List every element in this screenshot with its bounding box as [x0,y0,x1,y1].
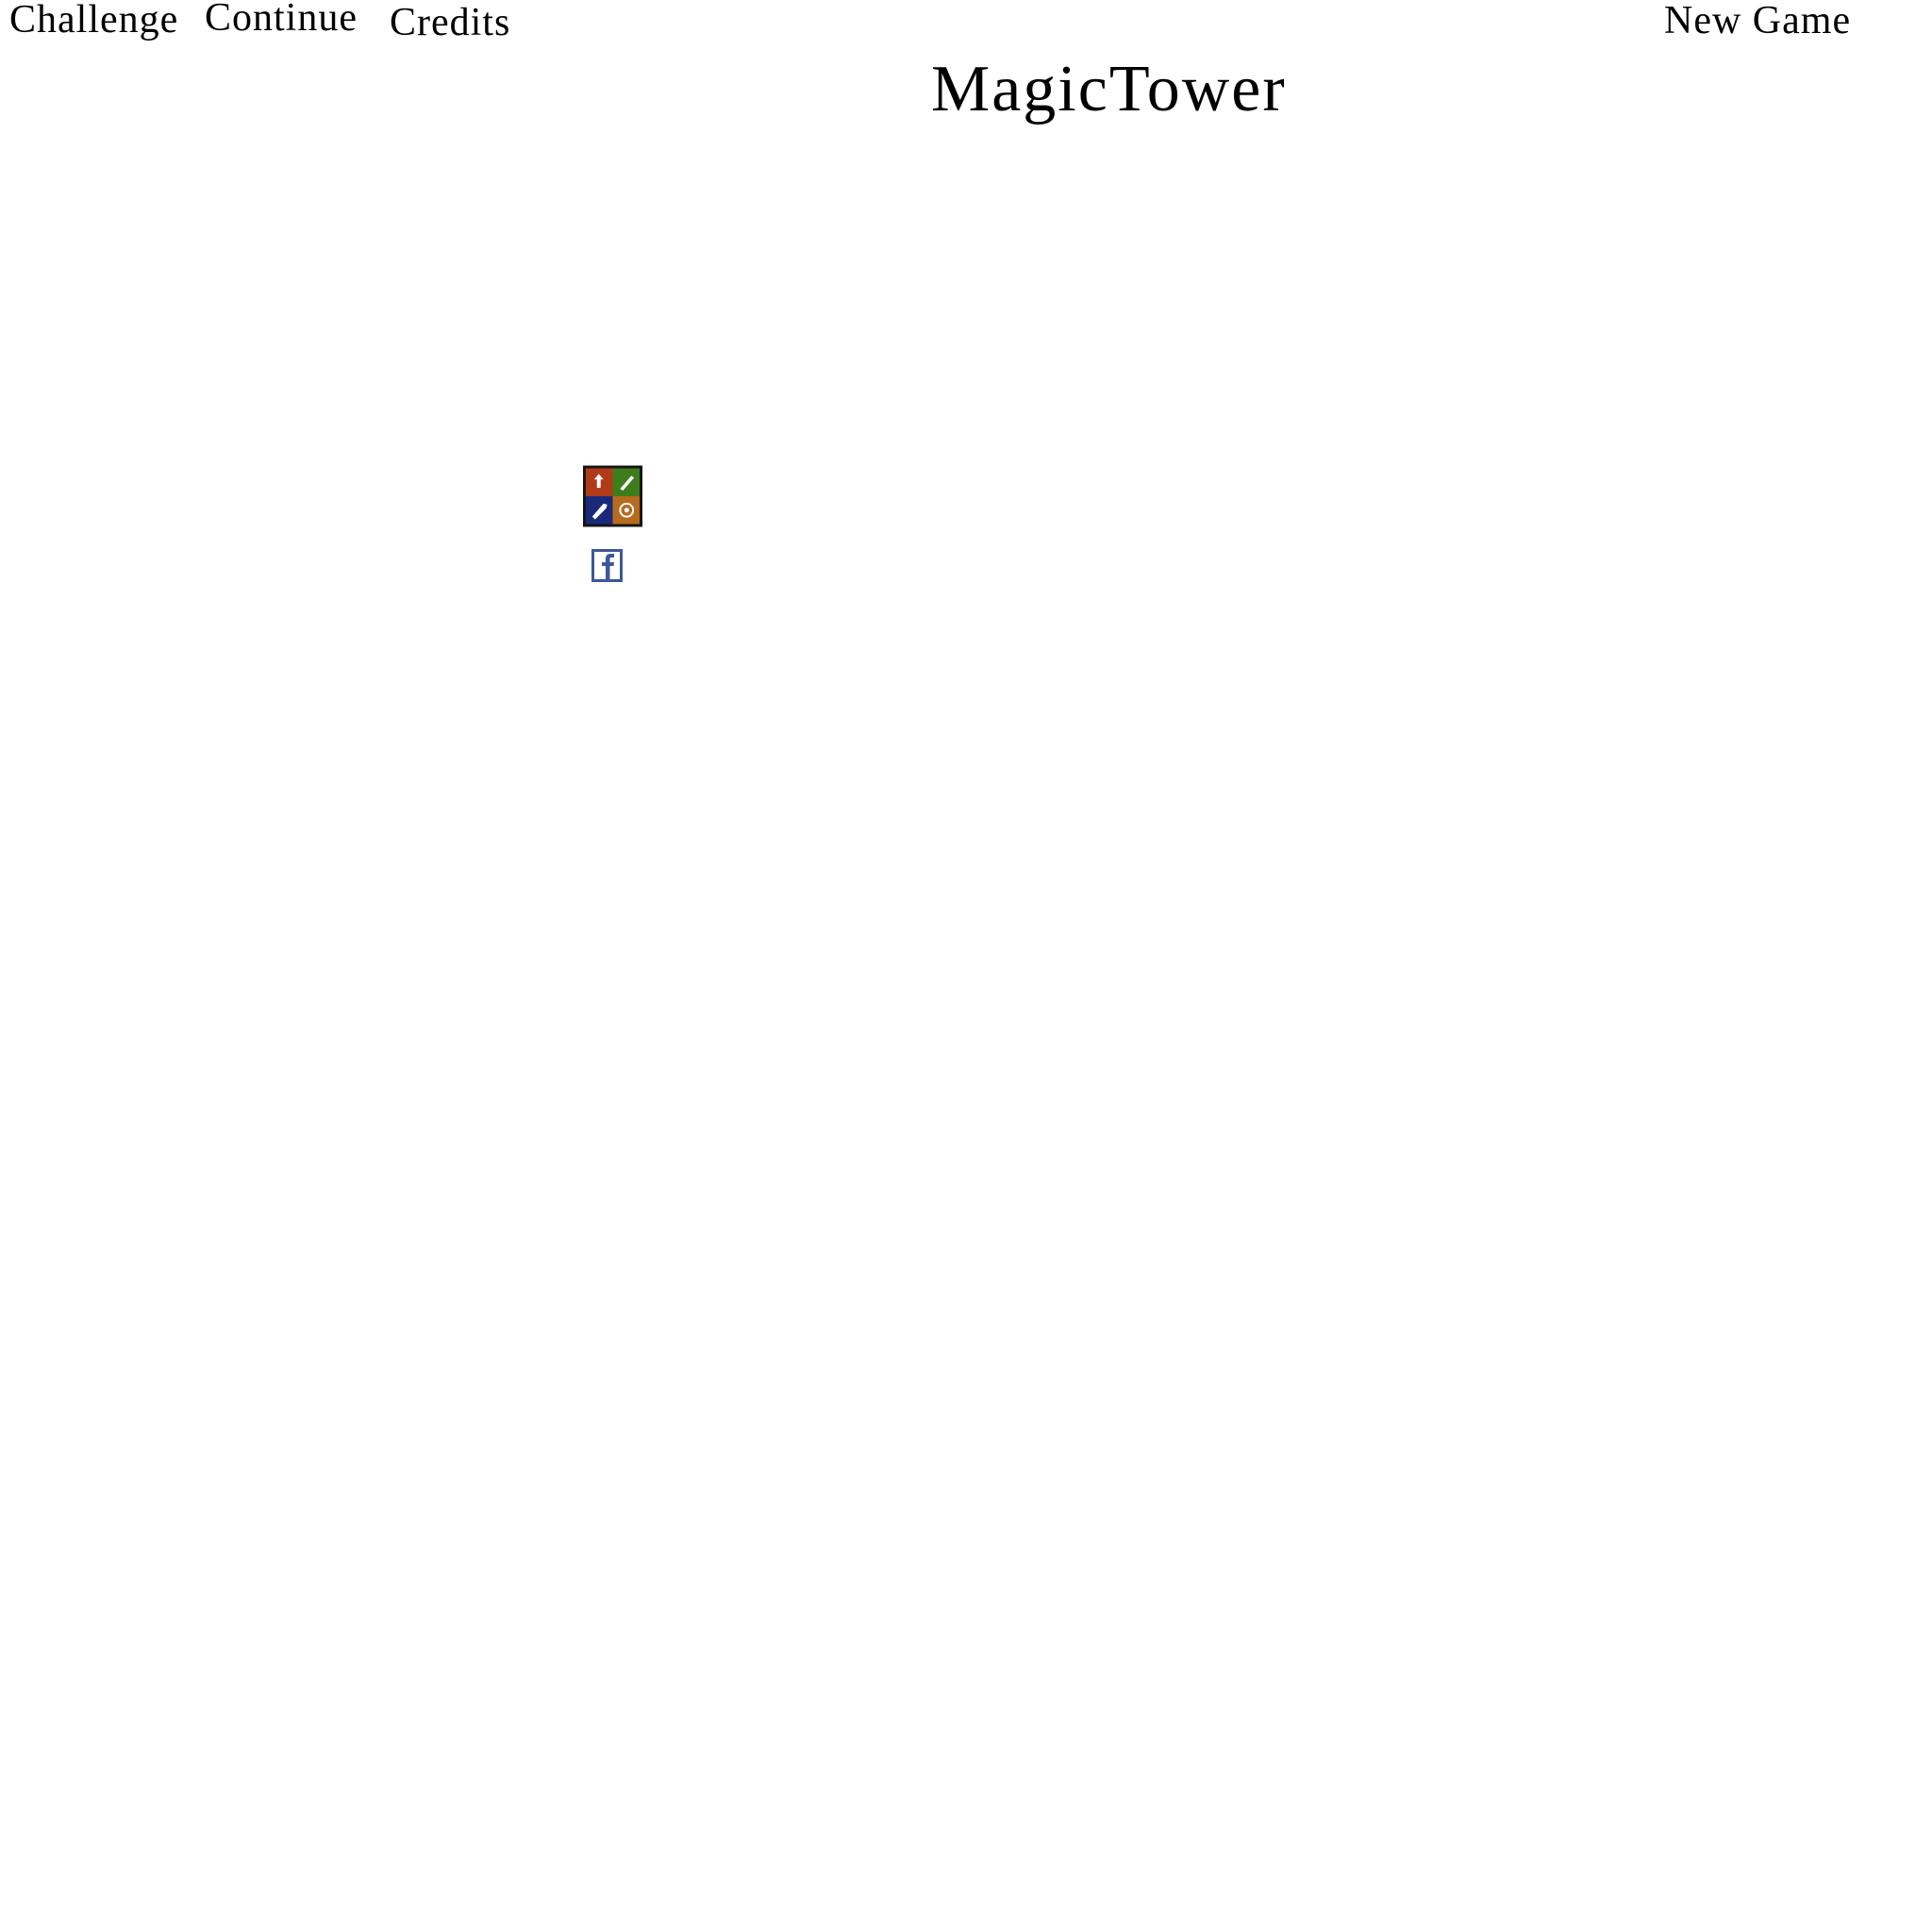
game-center-icon[interactable] [583,465,642,527]
challenge-button[interactable]: Challenge [9,0,178,40]
continue-button[interactable]: Continue [205,0,358,38]
facebook-icon[interactable] [591,549,623,582]
target-center-glyph [624,508,629,513]
game-title: MagicTower [931,53,1287,125]
credits-button[interactable]: Credits [390,3,510,42]
new-game-button[interactable]: New Game [1664,1,1851,41]
